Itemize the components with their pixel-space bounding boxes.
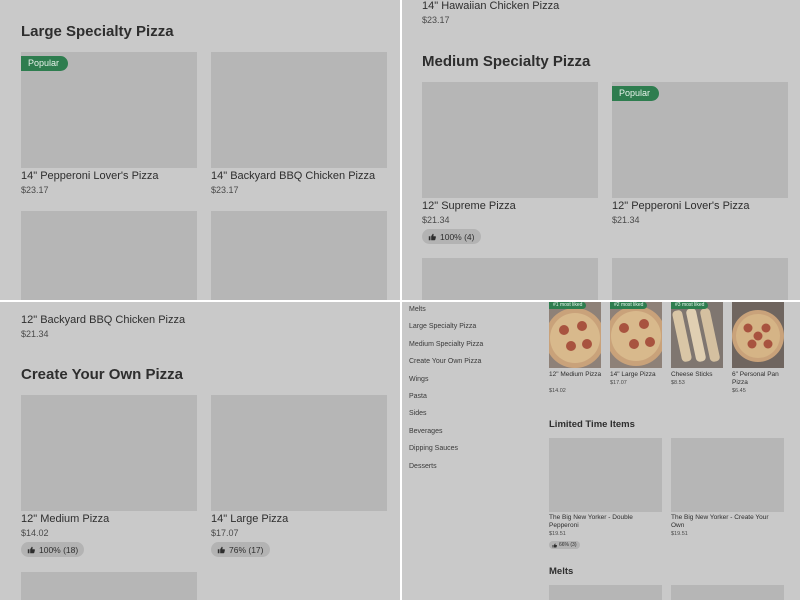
product-image[interactable] — [549, 302, 601, 368]
nav-item-desserts[interactable]: Desserts — [409, 463, 437, 470]
thumbs-up-icon — [27, 546, 35, 553]
product-price: $14.02 — [21, 528, 49, 538]
popular-badge: Popular — [612, 86, 660, 101]
product-price: $23.17 — [21, 185, 49, 195]
product-price: $17.07 — [211, 528, 239, 538]
section-title-large-specialty: Large Specialty Pizza — [21, 23, 174, 40]
section-title-create-your-own: Create Your Own Pizza — [21, 366, 183, 383]
product-name[interactable]: 14" Pepperoni Lover's Pizza — [21, 170, 158, 182]
product-price: $23.17 — [422, 15, 450, 25]
nav-item-large-specialty[interactable]: Large Specialty Pizza — [409, 323, 476, 330]
thumbs-up-icon — [552, 543, 557, 547]
product-image[interactable] — [610, 302, 662, 368]
most-liked-badge: #2 most liked — [610, 302, 648, 309]
product-image[interactable] — [422, 82, 598, 198]
product-price: $21.34 — [612, 215, 640, 225]
product-price: $21.34 — [422, 215, 450, 225]
product-image[interactable] — [671, 585, 784, 600]
rating-text: 76% (17) — [229, 544, 264, 555]
product-price: $14.02 — [549, 388, 566, 394]
rating-text: 66% (3) — [559, 542, 577, 548]
product-image[interactable] — [549, 585, 662, 600]
section-title-melts: Melts — [549, 566, 574, 577]
product-image[interactable] — [21, 572, 197, 600]
thumbs-up-icon — [428, 233, 436, 240]
rating-pill: 66% (3) — [549, 541, 580, 549]
quadrant-top-right: 14" Hawaiian Chicken Pizza $23.17 Medium… — [402, 0, 800, 300]
product-price: $19.51 — [671, 531, 688, 537]
product-image[interactable] — [211, 211, 387, 300]
product-image[interactable] — [211, 395, 387, 511]
product-image[interactable] — [211, 52, 387, 168]
rating-text: 100% (4) — [440, 231, 475, 242]
nav-item-melts[interactable]: Melts — [409, 306, 426, 313]
product-name[interactable]: 12" Supreme Pizza — [422, 200, 516, 212]
section-title-medium-specialty: Medium Specialty Pizza — [422, 53, 591, 70]
product-name[interactable]: 14" Backyard BBQ Chicken Pizza — [211, 170, 375, 182]
product-image[interactable] — [21, 211, 197, 300]
product-image[interactable] — [422, 258, 598, 300]
product-name[interactable]: 14" Large Pizza — [610, 371, 664, 379]
rating-text: 100% (18) — [39, 544, 79, 555]
product-price: $17.07 — [610, 380, 627, 386]
quadrant-top-left: Large Specialty Pizza Popular 14" Pepper… — [0, 0, 400, 300]
nav-item-pasta[interactable]: Pasta — [409, 393, 427, 400]
product-name[interactable]: 12" Medium Pizza — [549, 371, 603, 379]
section-title-limited-time: Limited Time Items — [549, 419, 635, 430]
product-image[interactable] — [549, 438, 662, 512]
thumbs-up-icon — [217, 546, 225, 553]
popular-badge: Popular — [21, 56, 69, 71]
product-image[interactable] — [671, 302, 723, 368]
product-image[interactable] — [612, 258, 788, 300]
product-image[interactable] — [732, 302, 784, 368]
quadrant-divider-horizontal — [0, 300, 800, 302]
product-name[interactable]: The Big New Yorker - Create Your Own — [671, 514, 783, 530]
product-name[interactable]: The Big New Yorker - Double Pepperoni — [549, 514, 659, 530]
nav-item-medium-specialty[interactable]: Medium Specialty Pizza — [409, 341, 483, 348]
rating-pill: 100% (4) — [422, 229, 481, 244]
product-name[interactable]: 14" Hawaiian Chicken Pizza — [422, 0, 559, 12]
quadrant-bottom-left: 12" Backyard BBQ Chicken Pizza $21.34 Cr… — [0, 302, 400, 600]
rating-pill: 100% (18) — [21, 542, 85, 557]
nav-item-create-your-own[interactable]: Create Your Own Pizza — [409, 358, 481, 365]
nav-item-wings[interactable]: Wings — [409, 376, 428, 383]
product-name[interactable]: 14" Large Pizza — [211, 513, 288, 525]
most-liked-badge: #1 most liked — [549, 302, 587, 309]
rating-pill: 76% (17) — [211, 542, 270, 557]
most-liked-badge: #3 most liked — [671, 302, 709, 309]
product-image[interactable] — [671, 438, 784, 512]
product-name[interactable]: 12" Pepperoni Lover's Pizza — [612, 200, 749, 212]
product-price: $8.53 — [671, 380, 685, 386]
product-name[interactable]: 12" Medium Pizza — [21, 513, 109, 525]
product-name[interactable]: Cheese Sticks — [671, 371, 725, 379]
product-name[interactable]: 12" Backyard BBQ Chicken Pizza — [21, 314, 185, 326]
nav-item-beverages[interactable]: Beverages — [409, 428, 442, 435]
product-price: $21.34 — [21, 329, 49, 339]
product-price: $19.51 — [549, 531, 566, 537]
product-name[interactable]: 6" Personal Pan Pizza — [732, 371, 786, 387]
product-price: $6.45 — [732, 388, 746, 394]
quadrant-bottom-right: Melts Large Specialty Pizza Medium Speci… — [402, 302, 800, 600]
product-price: $23.17 — [211, 185, 239, 195]
product-image[interactable] — [21, 395, 197, 511]
nav-item-sides[interactable]: Sides — [409, 410, 427, 417]
nav-item-dipping-sauces[interactable]: Dipping Sauces — [409, 445, 458, 452]
